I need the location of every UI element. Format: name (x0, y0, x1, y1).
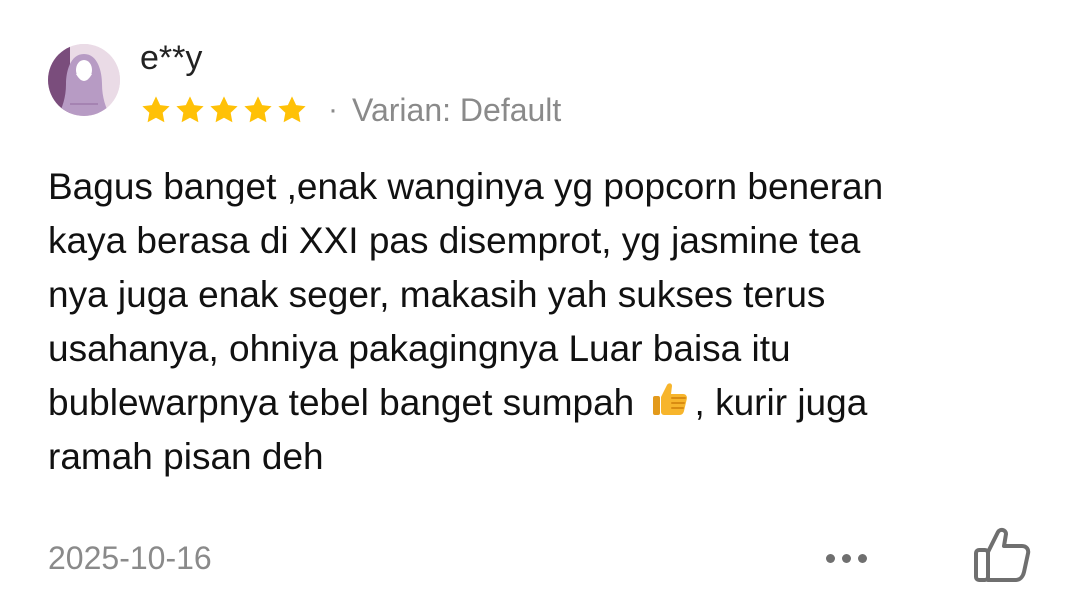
star-icon (208, 94, 240, 126)
variant-label: Varian: Default (352, 92, 562, 128)
star-icon (174, 94, 206, 126)
separator-dot: · (328, 93, 338, 126)
more-horizontal-icon (825, 553, 835, 563)
review-line-with-emoji: bublewarpnya tebel banget sumpah , kurir… (48, 376, 1038, 430)
thumbs-up-outline-icon (974, 527, 1031, 582)
review-line: ramah pisan deh (48, 436, 324, 477)
more-options-button[interactable] (816, 536, 876, 580)
star-icon (140, 94, 172, 126)
star-icon (276, 94, 308, 126)
review-line: kaya berasa di XXI pas disemprot, yg jas… (48, 220, 861, 261)
star-icon (242, 94, 274, 126)
review-line-part: bublewarpnya tebel banget sumpah (48, 382, 635, 423)
review-line-part: , kurir juga (694, 382, 868, 423)
like-button[interactable] (968, 524, 1036, 588)
more-horizontal-icon (841, 553, 851, 563)
hijab-woman-avatar-icon (48, 44, 120, 116)
review-line: Bagus banget ,enak wanginya yg popcorn b… (48, 166, 884, 207)
review-date: 2025-10-16 (48, 540, 212, 576)
review-line: usahanya, ohniya pakagingnya Luar baisa … (48, 328, 791, 369)
star-rating (140, 94, 308, 126)
avatar[interactable] (48, 44, 120, 116)
reviewer-name: e**y (140, 39, 203, 77)
rating-row: · Varian: Default (140, 88, 561, 132)
more-horizontal-icon (857, 553, 867, 563)
thumbs-up-emoji-icon (649, 377, 693, 421)
review-line: nya juga enak seger, makasih yah sukses … (48, 274, 826, 315)
review-text: Bagus banget ,enak wanginya yg popcorn b… (48, 160, 1038, 484)
